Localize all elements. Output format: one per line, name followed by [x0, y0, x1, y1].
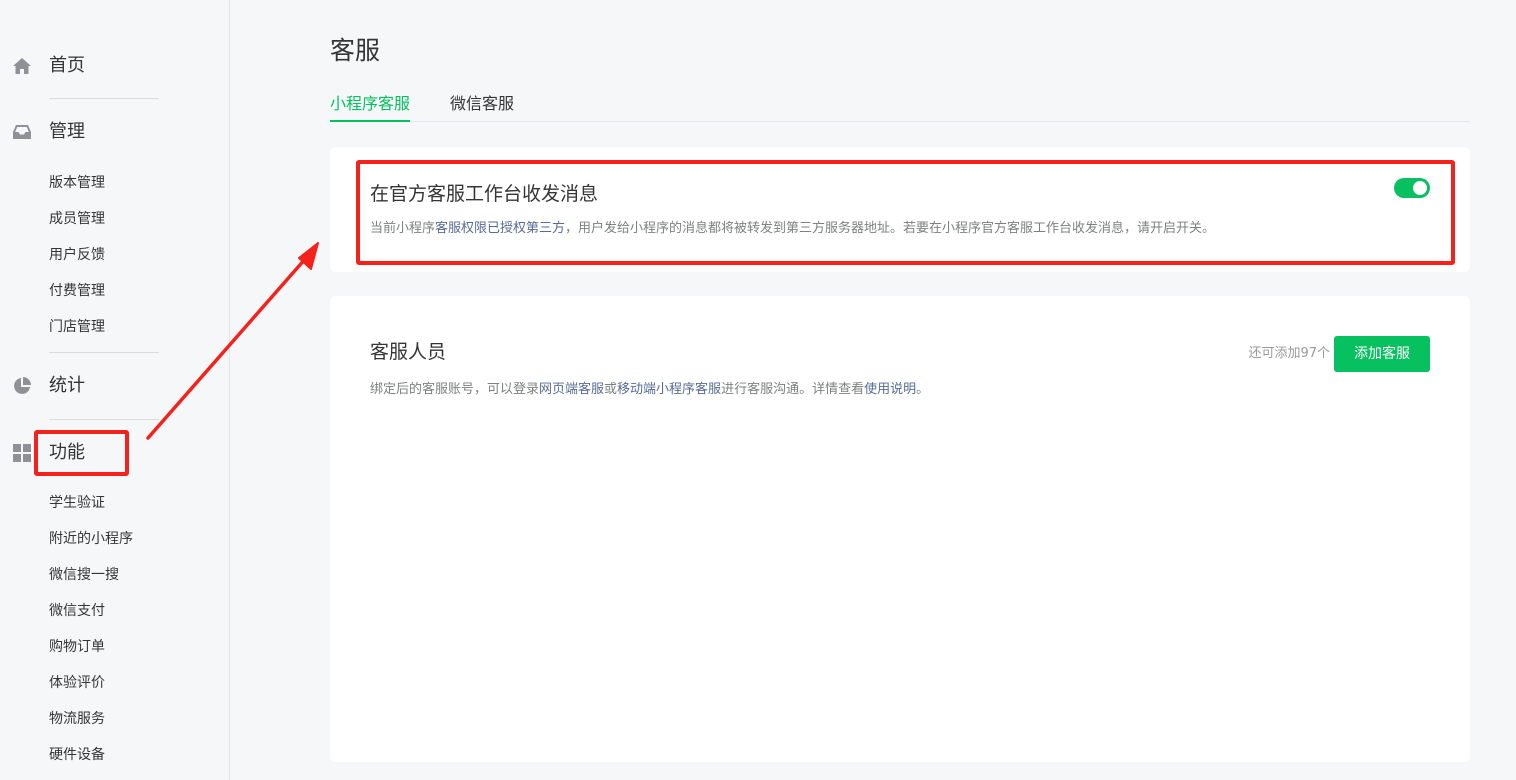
sidebar-divider [49, 419, 159, 420]
sidebar-subitem-members[interactable]: 成员管理 [49, 209, 105, 229]
desc-text: 当前小程序 [370, 221, 436, 236]
sidebar-subitem-version[interactable]: 版本管理 [49, 173, 105, 193]
pie-chart-icon [14, 377, 31, 394]
sidebar-subitem-wechat-search[interactable]: 微信搜一搜 [49, 565, 119, 585]
sidebar-subitem-student-verify[interactable]: 学生验证 [49, 493, 105, 513]
sidebar-divider [49, 352, 159, 353]
toggle-knob [1413, 181, 1427, 195]
staff-title: 客服人员 [370, 341, 447, 363]
sidebar-item-statistics[interactable]: 统计 [0, 370, 200, 402]
page-title: 客服 [330, 36, 381, 65]
sidebar-subitem-feedback[interactable]: 用户反馈 [49, 245, 105, 265]
tab-wechat-service[interactable]: 微信客服 [450, 90, 514, 122]
sidebar-subitem-logistics[interactable]: 物流服务 [49, 709, 105, 729]
sidebar: 首页 管理 版本管理 成员管理 用户反馈 付费管理 门店管理 统计 功能 学生验… [0, 0, 230, 780]
sidebar-subitem-reviews[interactable]: 体验评价 [49, 673, 105, 693]
mobile-service-link[interactable]: 移动端小程序客服 [617, 382, 721, 397]
sidebar-item-home[interactable]: 首页 [0, 50, 200, 82]
sidebar-item-label: 管理 [49, 121, 85, 142]
workbench-toggle[interactable] [1394, 178, 1430, 198]
sidebar-subitem-payment[interactable]: 付费管理 [49, 281, 105, 301]
add-service-button[interactable]: 添加客服 [1334, 336, 1430, 372]
desc-text: 进行客服沟通。详情查看 [721, 382, 865, 397]
workbench-description: 当前小程序客服权限已授权第三方，用户发给小程序的消息都将被转发到第三方服务器地址… [370, 219, 1215, 239]
sidebar-item-features[interactable]: 功能 [0, 437, 200, 469]
sidebar-subitem-hardware[interactable]: 硬件设备 [49, 745, 105, 765]
sidebar-subitem-wechat-pay[interactable]: 微信支付 [49, 601, 105, 621]
sidebar-item-label: 统计 [49, 375, 85, 396]
sidebar-item-management[interactable]: 管理 [0, 116, 200, 148]
desc-text: 或 [604, 382, 618, 397]
home-icon [13, 58, 31, 74]
desc-text: 绑定后的客服账号，可以登录 [370, 382, 540, 397]
workbench-title: 在官方客服工作台收发消息 [370, 183, 599, 205]
usage-guide-link[interactable]: 使用说明 [864, 382, 916, 397]
tab-miniprogram-service[interactable]: 小程序客服 [330, 90, 411, 122]
service-staff-card: 客服人员 还可添加97个 添加客服 绑定后的客服账号，可以登录网页端客服或移动端… [330, 296, 1470, 762]
sidebar-item-label: 功能 [49, 442, 85, 463]
staff-description: 绑定后的客服账号，可以登录网页端客服或移动端小程序客服进行客服沟通。详情查看使用… [370, 380, 929, 400]
desc-text: 。 [916, 382, 930, 397]
sidebar-divider [49, 98, 159, 99]
sidebar-item-label: 首页 [49, 55, 85, 76]
grid-icon [13, 444, 31, 462]
inbox-icon [13, 125, 31, 139]
tab-bar: 小程序客服 微信客服 [330, 90, 1470, 122]
sidebar-subitem-stores[interactable]: 门店管理 [49, 317, 105, 337]
desc-text: ，用户发给小程序的消息都将被转发到第三方服务器地址。若要在小程序官方客服工作台收… [565, 221, 1216, 236]
web-service-link[interactable]: 网页端客服 [539, 382, 604, 397]
sidebar-subitem-nearby[interactable]: 附近的小程序 [49, 529, 133, 549]
authorized-third-party-link[interactable]: 客服权限已授权第三方 [435, 221, 565, 236]
sidebar-subitem-orders[interactable]: 购物订单 [49, 637, 105, 657]
remaining-count: 还可添加97个 [1248, 346, 1330, 361]
official-workbench-card: 在官方客服工作台收发消息 当前小程序客服权限已授权第三方，用户发给小程序的消息都… [330, 147, 1470, 272]
